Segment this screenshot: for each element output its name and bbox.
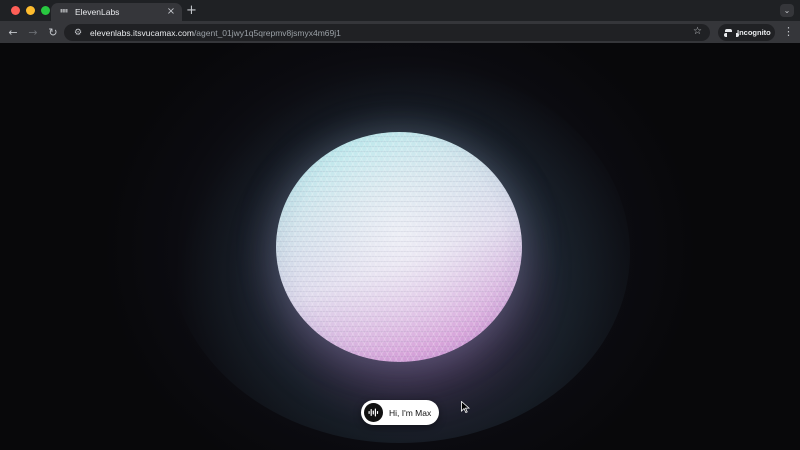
agent-greeting-label: Hi, I'm Max — [389, 407, 432, 418]
incognito-label: Incognito — [737, 28, 771, 37]
bookmark-star-icon[interactable]: ☆ — [693, 26, 702, 37]
address-bar[interactable]: ⚙ elevenlabs.itsvucamax.com/agent_01jwy1… — [64, 24, 710, 41]
agent-avatar — [364, 403, 383, 422]
voice-waveform-icon — [368, 408, 379, 417]
minimize-window-button[interactable] — [26, 6, 35, 15]
browser-menu-icon[interactable]: ⋮ — [783, 25, 794, 38]
browser-titlebar: ᐦᐦ ElevenLabs × + ⌄ — [0, 0, 800, 21]
url-text[interactable]: elevenlabs.itsvucamax.com/agent_01jwy1q5… — [90, 28, 341, 38]
start-conversation-button[interactable]: Hi, I'm Max — [361, 400, 439, 425]
page-viewport: Hi, I'm Max — [0, 43, 800, 450]
back-arrow-icon[interactable]: ← — [6, 24, 20, 40]
browser-tab-elevenlabs[interactable]: ᐦᐦ ElevenLabs × — [51, 3, 182, 21]
tab-title: ElevenLabs — [75, 7, 120, 17]
url-host: elevenlabs.itsvucamax.com — [90, 27, 194, 38]
mouse-pointer-icon — [461, 401, 470, 413]
close-tab-icon[interactable]: × — [166, 7, 176, 17]
new-tab-icon[interactable]: + — [186, 4, 197, 17]
orb-edge-shading — [276, 132, 522, 362]
incognito-icon — [724, 28, 739, 37]
maximize-window-button[interactable] — [41, 6, 50, 15]
reload-icon[interactable]: ↻ — [46, 24, 60, 40]
forward-arrow-icon[interactable]: → — [26, 24, 40, 40]
tab-search-icon[interactable]: ⌄ — [780, 4, 794, 17]
window-controls — [11, 6, 50, 15]
incognito-profile-button[interactable]: Incognito — [718, 24, 775, 41]
elevenlabs-favicon-icon: ᐦᐦ — [60, 7, 68, 17]
close-window-button[interactable] — [11, 6, 20, 15]
voice-orb — [276, 132, 522, 362]
site-settings-icon[interactable]: ⚙ — [70, 28, 86, 38]
url-path: /agent_01jwy1q5qrepmv8jsmyx4m69j1 — [193, 27, 341, 38]
browser-toolbar: ← → ↻ ⚙ elevenlabs.itsvucamax.com/agent_… — [0, 21, 800, 43]
